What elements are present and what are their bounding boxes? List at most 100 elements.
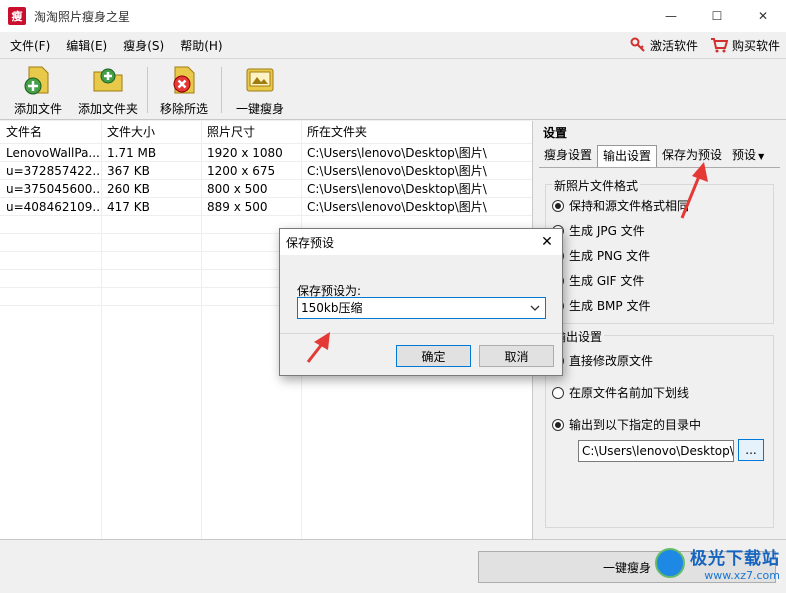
browse-button[interactable]: ... <box>738 439 764 461</box>
dropdown-arrow-icon: ▼ <box>758 152 765 161</box>
radio-format-same[interactable]: 保持和源文件格式相同 <box>552 197 689 214</box>
maximize-button[interactable]: ☐ <box>694 0 740 32</box>
watermark-title: 极光下载站 <box>690 549 780 569</box>
tab-preset-dropdown[interactable]: 预设 ▼ <box>727 145 769 167</box>
one-click-slim-button[interactable]: 一键瘦身 <box>232 63 288 117</box>
cell-folder: C:\Users\lenovo\Desktop\图片\ <box>307 200 487 214</box>
radio-format-bmp[interactable]: 生成 BMP 文件 <box>552 297 650 314</box>
menu-slim[interactable]: 瘦身(S) <box>117 37 170 54</box>
close-button[interactable]: ✕ <box>740 0 786 32</box>
table-row[interactable]: LenovoWallPa... 1.71 MB 1920 x 1080 C:\U… <box>0 144 532 162</box>
radio-output-overwrite[interactable]: 直接修改原文件 <box>552 352 653 369</box>
buy-link[interactable]: 购买软件 <box>710 37 780 54</box>
radio-format-gif[interactable]: 生成 GIF 文件 <box>552 272 644 289</box>
cell-folder: C:\Users\lenovo\Desktop\图片\ <box>307 146 487 160</box>
menu-help[interactable]: 帮助(H) <box>174 37 228 54</box>
key-icon <box>630 37 645 52</box>
cell-dimensions: 1200 x 675 <box>207 164 276 178</box>
dialog-close-button[interactable]: ✕ <box>532 229 562 255</box>
cell-size: 367 KB <box>107 164 150 178</box>
ok-button[interactable]: 确定 <box>396 345 471 367</box>
annotation-arrow-icon <box>306 332 330 363</box>
table-row[interactable]: u=408462109... 417 KB 889 x 500 C:\Users… <box>0 198 532 216</box>
tab-slim-settings[interactable]: 瘦身设置 <box>539 145 597 167</box>
cell-dimensions: 1920 x 1080 <box>207 146 283 160</box>
radio-output-directory[interactable]: 输出到以下指定的目录中 <box>552 416 701 433</box>
tab-output-settings[interactable]: 输出设置 <box>597 145 658 167</box>
output-path-field[interactable]: C:\Users\lenovo\Desktop\o <box>578 440 734 462</box>
activate-label: 激活软件 <box>649 38 698 53</box>
radio-label: 输出到以下指定的目录中 <box>569 418 702 432</box>
add-folder-label: 添加文件夹 <box>77 102 138 116</box>
remove-icon <box>173 66 195 94</box>
minimize-button[interactable]: — <box>648 0 694 32</box>
radio-format-jpg[interactable]: 生成 JPG 文件 <box>552 222 645 239</box>
annotation-arrow-icon <box>680 162 708 219</box>
remove-selected-button[interactable]: 移除所选 <box>156 63 212 117</box>
column-header-folder[interactable]: 所在文件夹 <box>301 123 532 141</box>
dialog-title-bar: 保存预设 ✕ <box>280 229 562 255</box>
one-click-slim-label: 一键瘦身 <box>235 102 284 116</box>
preset-name-value: 150kb压缩 <box>301 301 363 315</box>
toolbar: 添加文件 添加文件夹 移除所选 一键瘦身 <box>0 58 786 120</box>
radio-format-png[interactable]: 生成 PNG 文件 <box>552 247 650 264</box>
activate-link[interactable]: 激活软件 <box>630 37 698 54</box>
format-group-title: 新照片文件格式 <box>552 177 641 194</box>
column-header-name[interactable]: 文件名 <box>0 123 101 141</box>
tab-preset-label: 预设 <box>732 148 757 162</box>
title-bar: 瘦 淘淘照片瘦身之星 — ☐ ✕ <box>0 0 786 32</box>
cell-filename: u=375045600... <box>6 182 101 196</box>
column-header-size[interactable]: 文件大小 <box>101 123 201 141</box>
watermark: 极光下载站 www.xz7.com <box>655 544 780 582</box>
settings-panel: 设置 瘦身设置 输出设置 保存为预设 预设 ▼ 新照片文件格式 保持和源文件格式相… <box>534 121 786 539</box>
table-row[interactable]: u=372857422... 367 KB 1200 x 675 C:\User… <box>0 162 532 180</box>
add-folder-button[interactable]: 添加文件夹 <box>76 63 140 117</box>
cell-filename: LenovoWallPa... <box>6 146 100 160</box>
buy-label: 购买软件 <box>731 38 780 53</box>
photo-slim-icon <box>246 68 274 92</box>
app-icon: 瘦 <box>8 7 26 25</box>
radio-label: 生成 BMP 文件 <box>569 299 651 313</box>
window-title: 淘淘照片瘦身之星 <box>34 9 131 24</box>
output-group: 输出设置 直接修改原文件 在原文件名前加下划线 输出到以下指定的目录中 C:\U… <box>545 328 774 528</box>
cell-filename: u=372857422... <box>6 164 101 178</box>
file-list-header: 文件名 文件大小 照片尺寸 所在文件夹 <box>0 123 532 141</box>
menu-file[interactable]: 文件(F) <box>4 37 56 54</box>
format-group: 新照片文件格式 保持和源文件格式相同 生成 JPG 文件 生成 PNG 文件 生… <box>545 177 774 324</box>
radio-label: 生成 JPG 文件 <box>569 224 645 238</box>
cart-icon <box>710 38 728 53</box>
output-settings-panel: 新照片文件格式 保持和源文件格式相同 生成 JPG 文件 生成 PNG 文件 生… <box>539 167 780 539</box>
cell-filename: u=408462109... <box>6 200 101 214</box>
radio-button <box>552 199 564 212</box>
chevron-down-icon[interactable] <box>529 302 541 314</box>
cell-dimensions: 889 x 500 <box>207 200 268 214</box>
cell-size: 1.71 MB <box>107 146 157 160</box>
radio-label: 保持和源文件格式相同 <box>569 199 690 213</box>
preset-name-combobox[interactable]: 150kb压缩 <box>297 297 546 319</box>
add-file-icon <box>24 66 49 95</box>
settings-title: 设置 <box>543 126 568 140</box>
cell-folder: C:\Users\lenovo\Desktop\图片\ <box>307 164 487 178</box>
remove-selected-label: 移除所选 <box>159 102 208 116</box>
cell-size: 260 KB <box>107 182 150 196</box>
add-file-button[interactable]: 添加文件 <box>10 63 66 117</box>
radio-button <box>552 418 564 431</box>
radio-label: 生成 PNG 文件 <box>569 249 651 263</box>
radio-output-underscore[interactable]: 在原文件名前加下划线 <box>552 384 689 401</box>
toolbar-separator <box>221 67 222 113</box>
menu-edit[interactable]: 编辑(E) <box>60 37 113 54</box>
add-file-label: 添加文件 <box>13 102 62 116</box>
cancel-button[interactable]: 取消 <box>479 345 554 367</box>
dialog-title: 保存预设 <box>286 235 335 250</box>
column-header-dimensions[interactable]: 照片尺寸 <box>201 123 301 141</box>
table-row[interactable]: u=375045600... 260 KB 800 x 500 C:\Users… <box>0 180 532 198</box>
cell-dimensions: 800 x 500 <box>207 182 268 196</box>
bottom-bar: 一键瘦身 极光下载站 www.xz7.com <box>0 539 786 593</box>
cell-folder: C:\Users\lenovo\Desktop\图片\ <box>307 182 487 196</box>
radio-label: 直接修改原文件 <box>569 354 654 368</box>
menu-bar: 文件(F) 编辑(E) 瘦身(S) 帮助(H) 激活软件 购买软件 <box>0 32 786 58</box>
watermark-logo-icon <box>655 548 685 578</box>
settings-tabs: 瘦身设置 输出设置 保存为预设 预设 ▼ <box>539 145 769 167</box>
toolbar-separator <box>147 67 148 113</box>
watermark-url: www.xz7.com <box>704 569 780 582</box>
